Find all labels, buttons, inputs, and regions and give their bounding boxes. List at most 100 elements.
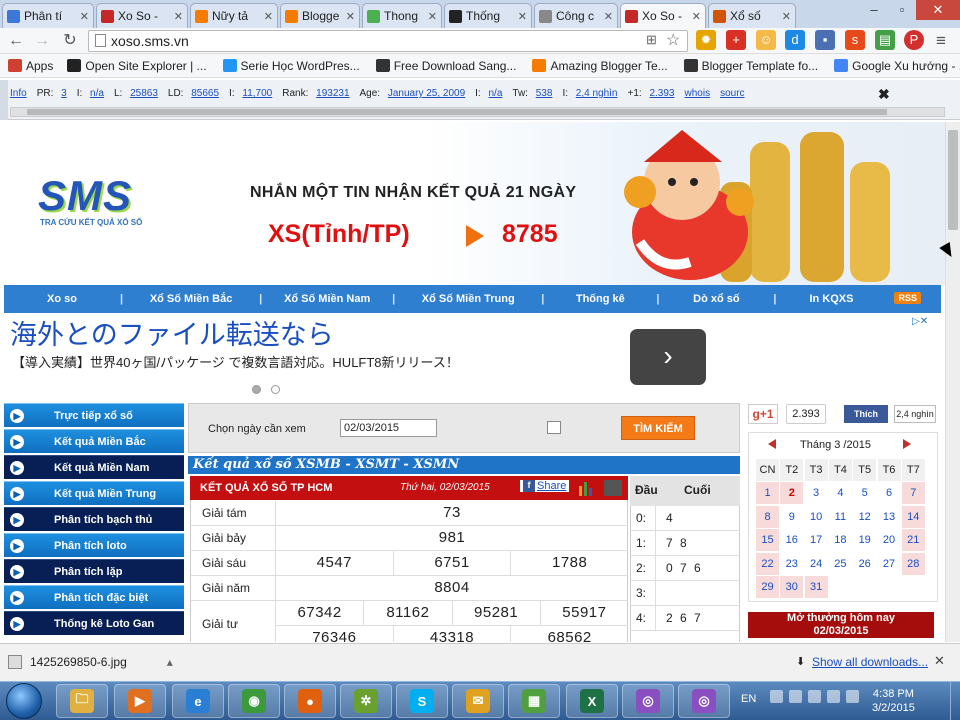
bookmark-star-icon[interactable]: ☆ [666,30,680,50]
bookmark-item[interactable]: Free Download Sang... [375,59,516,73]
downloads-close-icon[interactable]: ✕ [934,653,945,669]
main-menu-item[interactable]: Xo so [4,293,120,305]
main-menu-item[interactable]: In KQXS [776,293,886,305]
extension-grid-icon[interactable]: ▤ [875,30,895,50]
bookmark-item[interactable]: Apps [8,59,53,73]
taskbar-skype-button[interactable]: S [396,684,448,718]
browser-tab[interactable]: Xổ số ✕ [708,3,796,28]
tab-close-icon[interactable]: ✕ [782,10,791,23]
tab-close-icon[interactable]: ✕ [264,10,273,23]
extension-d-icon[interactable]: d [785,30,805,50]
calendar-day[interactable]: 16 [780,529,804,551]
sidebar-item[interactable]: ▶ Kết quả Miền Trung [4,481,184,505]
calendar-day[interactable]: 1 [756,482,779,504]
taskbar-media-button[interactable]: ▶ [114,684,166,718]
calendar-day[interactable]: 12 [853,505,877,528]
site-logo[interactable]: SMS [38,172,132,220]
reload-icon[interactable]: ↻ [60,31,80,51]
tab-close-icon[interactable]: ✕ [346,10,355,23]
browser-tab[interactable]: Xo So - ✕ [620,3,706,28]
browser-tab[interactable]: Nữy tả ✕ [190,3,278,28]
calendar-day[interactable]: 29 [756,576,779,598]
calendar-day[interactable]: 22 [756,552,779,575]
main-menu-item[interactable]: Xổ Số Miền Bắc [123,293,259,305]
advertisement[interactable]: 海外とのファイル転送なら 【導入実績】世界40ヶ国/パッケージ で複数言語対応。… [0,313,945,403]
seo-info[interactable]: Info [10,88,32,104]
taskbar-tool2-button[interactable]: ◎ [678,684,730,718]
browser-tab[interactable]: Thống ✕ [444,3,532,28]
clock[interactable]: 4:38 PM 3/2/2015 [872,687,915,715]
chevron-up-icon[interactable]: ▴ [167,655,173,669]
taskbar-chart-button[interactable]: ▦ [508,684,560,718]
facebook-share-button[interactable]: f Share [520,480,570,492]
bookmark-item[interactable]: Google Xu hướng - ... [834,59,960,73]
sidebar-item[interactable]: ▶ Trực tiếp xổ số [4,403,184,427]
language-indicator[interactable]: EN [741,693,756,705]
taskbar-tool1-button[interactable]: ◎ [622,684,674,718]
sidebar-item[interactable]: ▶ Phân tích lặp [4,559,184,583]
volume-icon[interactable] [846,690,859,703]
seo-source[interactable]: sourc [720,88,749,104]
tray-icon[interactable] [789,690,802,703]
calendar-picker-icon[interactable] [547,421,561,434]
calendar-day[interactable]: 28 [901,552,925,575]
back-icon[interactable]: ← [6,31,26,51]
calendar-day[interactable]: 8 [756,505,779,528]
seo-scrollbar[interactable] [10,107,945,117]
forward-icon[interactable]: → [32,31,52,51]
calendar-day[interactable]: 7 [901,482,925,504]
calendar-prev-icon[interactable] [768,439,776,449]
search-date-input[interactable]: 02/03/2015 [340,419,437,437]
calendar-day[interactable]: 31 [804,576,828,598]
main-menu-item[interactable]: Dò xổ số [659,293,773,305]
calendar-day[interactable]: 2 [780,482,804,504]
page-scrollbar[interactable] [945,122,960,642]
seo-scrollbar-thumb[interactable] [27,109,887,115]
stats-chart-icon[interactable] [578,480,594,496]
taskbar-firefox-button[interactable]: ● [284,684,336,718]
sidebar-item[interactable]: ▶ Kết quả Miền Bắc [4,429,184,453]
bookmark-item[interactable]: Amazing Blogger Te... [532,59,668,73]
taskbar-mail-button[interactable]: ✉ [452,684,504,718]
calendar-day[interactable]: 13 [877,505,901,528]
calendar-day[interactable]: 27 [877,552,901,575]
tab-close-icon[interactable]: ✕ [604,10,613,23]
ad-text[interactable]: 【導入実績】世界40ヶ国/パッケージ で複数言語対応。HULFT8新リリース！ [12,352,459,371]
tab-close-icon[interactable]: ✕ [518,10,527,23]
browser-tab[interactable]: Công c ✕ [534,3,618,28]
extension-blocks-icon[interactable]: ▪ [815,30,835,50]
extension-face-icon[interactable]: ☺ [756,30,776,50]
close-window-button[interactable]: ✕ [916,0,960,20]
facebook-like-button[interactable]: Thích [844,405,888,423]
sidebar-item[interactable]: ▶ Phân tích loto [4,533,184,557]
taskbar-app-button[interactable]: ✲ [340,684,392,718]
calendar-day[interactable]: 25 [828,552,852,575]
sidebar-item[interactable]: ▶ Phân tích bạch thủ [4,507,184,531]
calendar-day[interactable]: 19 [853,529,877,551]
bookmark-item[interactable]: Serie Học WordPres... [222,59,360,73]
taskbar-explorer-button[interactable]: 🗀 [56,684,108,718]
taskbar-chrome-button[interactable]: ◉ [228,684,280,718]
sidebar-item[interactable]: ▶ Kết quả Miền Nam [4,455,184,479]
ad-next-button[interactable]: › [630,329,706,385]
calendar-day[interactable]: 26 [853,552,877,575]
calendar-day[interactable]: 15 [756,529,779,551]
calendar-day[interactable]: 4 [828,482,852,504]
main-menu-item[interactable]: Xổ Số Miền Trung [395,293,541,305]
browser-tab[interactable]: Blogge ✕ [280,3,360,28]
calendar-next-icon[interactable] [903,439,911,449]
browser-tab[interactable]: Phân tí ✕ [2,3,94,28]
open-today-box[interactable]: Mở thưởng hôm nay 02/03/2015 [748,612,934,638]
ad-headline[interactable]: 海外とのファイル転送なら [10,313,334,352]
tab-close-icon[interactable]: ✕ [428,10,437,23]
tab-close-icon[interactable]: ✕ [80,10,89,23]
show-desktop-button[interactable] [950,682,960,720]
calendar-day[interactable]: 11 [828,505,852,528]
calendar-day[interactable]: 6 [877,482,901,504]
show-all-downloads-link[interactable]: Show all downloads... [812,655,928,669]
pinterest-icon[interactable]: P [904,30,924,50]
main-menu-item[interactable]: Thống kê [544,293,656,305]
calendar-day[interactable]: 21 [901,529,925,551]
calendar-day[interactable]: 3 [804,482,828,504]
network-icon[interactable] [827,690,840,703]
